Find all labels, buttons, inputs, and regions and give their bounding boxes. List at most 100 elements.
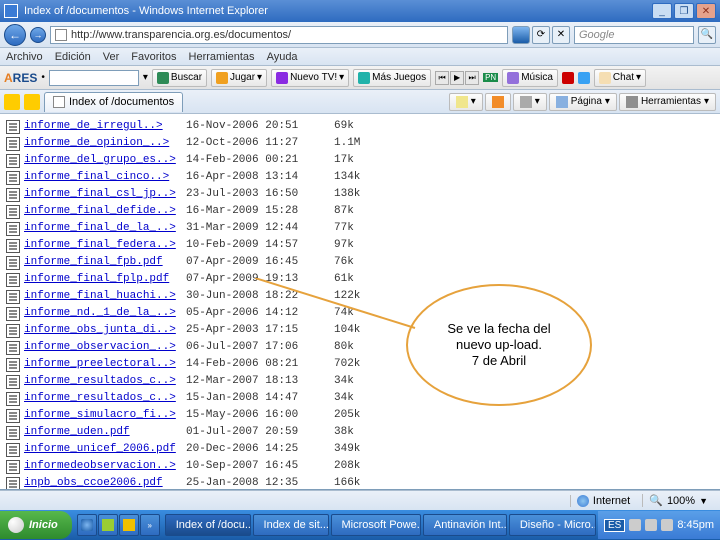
task-item-4[interactable]: Antinavión Int... xyxy=(423,514,507,536)
list-item: informe_final_fpb.pdf07-Apr-2009 16:4576… xyxy=(6,254,716,271)
document-icon xyxy=(6,120,20,134)
search-input[interactable]: Google xyxy=(574,26,694,44)
url-input[interactable]: http://www.transparencia.org.es/document… xyxy=(50,26,508,44)
menu-favoritos[interactable]: Favoritos xyxy=(131,51,176,63)
list-item: informe_final_fplp.pdf07-Apr-2009 19:136… xyxy=(6,271,716,288)
play-button[interactable]: ▶ xyxy=(450,71,464,85)
youtube-icon[interactable] xyxy=(562,72,574,84)
stop-button[interactable]: ✕ xyxy=(552,26,570,44)
file-link[interactable]: informe_obs_junta_di..> xyxy=(24,322,186,339)
file-date: 10-Feb-2009 14:57 xyxy=(186,237,334,254)
menu-archivo[interactable]: Archivo xyxy=(6,51,43,63)
tray-icon-2[interactable] xyxy=(645,519,657,531)
minimize-button[interactable]: _ xyxy=(652,3,672,19)
file-link[interactable]: informe_final_csl_jp..> xyxy=(24,186,186,203)
list-item: informe_unicef_2006.pdf20-Dec-2006 14:25… xyxy=(6,441,716,458)
file-link[interactable]: informe_observacion_..> xyxy=(24,339,186,356)
task-item-2[interactable]: Index de sit... xyxy=(253,514,329,536)
go-button[interactable] xyxy=(512,26,530,44)
print-button[interactable]: ▾ xyxy=(513,93,547,111)
music-icon xyxy=(507,72,519,84)
file-size: 77k xyxy=(334,220,388,237)
file-link[interactable]: informe_unicef_2006.pdf xyxy=(24,441,186,458)
file-link[interactable]: informe_simulacro_fi..> xyxy=(24,407,186,424)
file-link[interactable]: informedeobservacion..> xyxy=(24,458,186,475)
file-link[interactable]: informe_final_de_la_..> xyxy=(24,220,186,237)
file-link[interactable]: informe_preelectoral..> xyxy=(24,356,186,373)
annotation-callout: Se ve la fecha del nuevo up-load. 7 de A… xyxy=(406,284,592,406)
file-link[interactable]: informe_final_huachi..> xyxy=(24,288,186,305)
clock[interactable]: 8:45pm xyxy=(677,519,714,531)
dropdown-icon[interactable]: ▾ xyxy=(143,72,148,83)
home-button[interactable]: ▾ xyxy=(449,93,483,111)
file-link[interactable]: informe_final_defide..> xyxy=(24,203,186,220)
search-button[interactable]: 🔍 xyxy=(698,26,716,44)
file-link[interactable]: informe_de_opinion_..> xyxy=(24,135,186,152)
document-icon xyxy=(6,273,20,287)
task-item-3[interactable]: Microsoft Powe... xyxy=(331,514,421,536)
tools-button[interactable]: Herramientas ▾ xyxy=(619,93,716,111)
file-link[interactable]: informe_resultados_c..> xyxy=(24,390,186,407)
ql-app3[interactable] xyxy=(119,514,139,536)
feeds-button[interactable] xyxy=(485,93,511,111)
document-icon xyxy=(6,239,20,253)
page-button[interactable]: Página ▾ xyxy=(549,93,617,111)
file-link[interactable]: inpb_obs_ccoe2006.pdf xyxy=(24,475,186,490)
maximize-button[interactable]: ❐ xyxy=(674,3,694,19)
file-size: 80k xyxy=(334,339,388,356)
pn-badge[interactable]: PN xyxy=(483,73,498,82)
file-link[interactable]: informe_uden.pdf xyxy=(24,424,186,441)
tab-row: Index of /documentos ▾ ▾ Página ▾ Herram… xyxy=(0,90,720,114)
language-indicator[interactable]: ES xyxy=(604,519,625,532)
ares-search-input[interactable] xyxy=(49,70,139,86)
zoom-icon: 🔍 xyxy=(649,494,663,507)
file-link[interactable]: informe_final_federa..> xyxy=(24,237,186,254)
list-item: informe_obs_junta_di..>25-Apr-2003 17:15… xyxy=(6,322,716,339)
file-link[interactable]: informe_del_grupo_es..> xyxy=(24,152,186,169)
document-icon xyxy=(6,188,20,202)
ql-expand[interactable]: » xyxy=(140,514,160,536)
menu-edicion[interactable]: Edición xyxy=(55,51,91,63)
file-size: 97k xyxy=(334,237,388,254)
status-zoom[interactable]: 🔍 100% ▼ xyxy=(642,494,714,507)
file-link[interactable]: informe_final_fpb.pdf xyxy=(24,254,186,271)
start-button[interactable]: Inicio xyxy=(0,511,72,539)
prev-button[interactable]: ⏮ xyxy=(435,71,449,85)
document-icon xyxy=(6,171,20,185)
file-link[interactable]: informe_final_fplp.pdf xyxy=(24,271,186,288)
chevron-down-icon: ▼ xyxy=(699,496,708,506)
status-zone[interactable]: Internet xyxy=(570,495,636,507)
file-link[interactable]: informe_resultados_c..> xyxy=(24,373,186,390)
favorites-icon[interactable] xyxy=(4,94,20,110)
ql-ie[interactable] xyxy=(77,514,97,536)
forward-button[interactable]: → xyxy=(30,27,46,43)
ql-app2[interactable] xyxy=(98,514,118,536)
ares-masjuegos-button[interactable]: Más Juegos xyxy=(353,69,431,87)
ares-buscar-button[interactable]: Buscar xyxy=(152,69,207,87)
menu-ayuda[interactable]: Ayuda xyxy=(267,51,298,63)
file-link[interactable]: informe_final_cinco..> xyxy=(24,169,186,186)
ares-jugar-button[interactable]: Jugar▾ xyxy=(211,69,267,87)
ares-chat-button[interactable]: Chat▾ xyxy=(594,69,646,87)
next-button[interactable]: ⏭ xyxy=(465,71,479,85)
menu-ver[interactable]: Ver xyxy=(103,51,120,63)
refresh-button[interactable]: ⟳ xyxy=(532,26,550,44)
file-size: 74k xyxy=(334,305,388,322)
list-item: informe_simulacro_fi..>15-May-2006 16:00… xyxy=(6,407,716,424)
tray-icon-3[interactable] xyxy=(661,519,673,531)
twitter-icon[interactable] xyxy=(578,72,590,84)
ares-musica-button[interactable]: Música xyxy=(502,69,558,87)
tab-active[interactable]: Index of /documentos xyxy=(44,92,183,112)
back-button[interactable]: ← xyxy=(4,24,26,46)
ares-nuevotv-button[interactable]: Nuevo TV!▾ xyxy=(271,69,349,87)
task-item-1[interactable]: Index of /docu... xyxy=(165,514,251,536)
close-button[interactable]: ✕ xyxy=(696,3,716,19)
file-link[interactable]: informe_de_irregul..> xyxy=(24,118,186,135)
file-link[interactable]: informe_nd._1_de_la_..> xyxy=(24,305,186,322)
task-item-5[interactable]: Diseño - Micro... xyxy=(509,514,596,536)
menu-herramientas[interactable]: Herramientas xyxy=(189,51,255,63)
ares-logo[interactable]: ARES xyxy=(4,71,37,85)
document-icon xyxy=(6,154,20,168)
tray-icon-1[interactable] xyxy=(629,519,641,531)
add-favorites-icon[interactable] xyxy=(24,94,40,110)
